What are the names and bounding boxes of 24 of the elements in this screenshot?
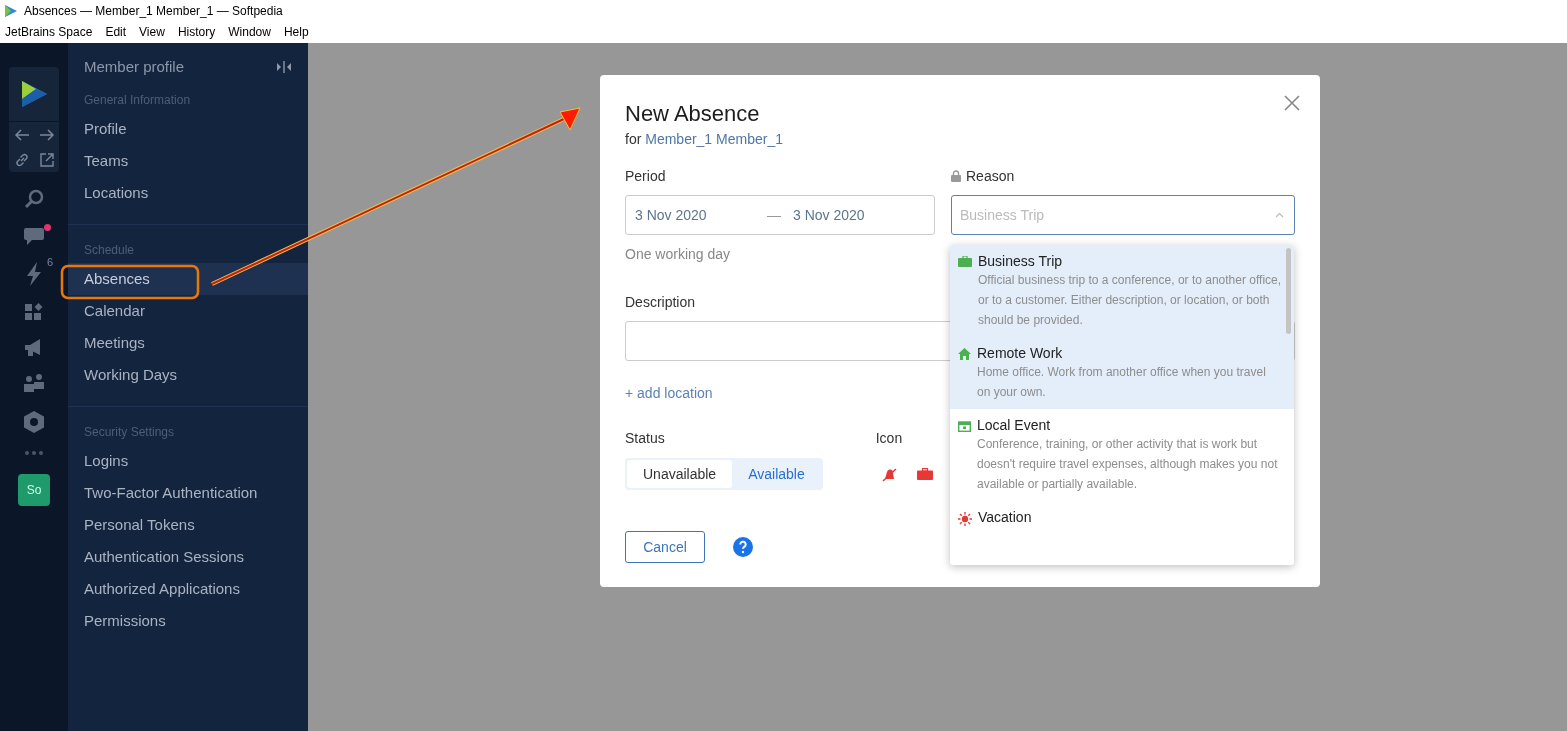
section-label: Schedule bbox=[83, 242, 136, 259]
field-label: Description bbox=[625, 294, 696, 310]
option-description: Official business trip to a conference, or to another office, or to a customer. Either description, or location, or both should be provided. bbox=[978, 272, 1282, 329]
end-date: 3 Nov 2020 bbox=[793, 207, 865, 223]
dialog-title: New Absence bbox=[625, 101, 761, 127]
option-title: Local Event bbox=[977, 417, 1052, 433]
field-label: Icon bbox=[875, 430, 904, 446]
field-label: Period bbox=[625, 168, 667, 184]
option-description: Home office. Work from another office when you travel on your own. bbox=[977, 364, 1267, 401]
field-label: Status bbox=[625, 430, 666, 446]
option-title: Vacation bbox=[978, 509, 1032, 525]
section-label: General Information bbox=[83, 92, 192, 109]
dialog-subtitle: for Member_1 Member_1 bbox=[625, 131, 784, 147]
period-hint: One working day bbox=[625, 246, 732, 262]
option-title: Business Trip bbox=[978, 253, 1064, 269]
field-label: Reason bbox=[966, 168, 1015, 184]
option-description: Conference, training, or other activity that is work but doesn't require travel expenses, although makes you not available or partially available. bbox=[977, 436, 1279, 493]
notification-count: 6 bbox=[47, 256, 54, 268]
option-title: Remote Work bbox=[977, 345, 1064, 361]
section-label: Security Settings bbox=[83, 424, 176, 441]
sidebar-title: Member profile bbox=[84, 58, 185, 75]
window-title: Absences — Member_1 Member_1 — Softpedia bbox=[24, 3, 283, 18]
start-date: 3 Nov 2020 bbox=[635, 207, 707, 223]
date-separator: — bbox=[767, 207, 781, 223]
